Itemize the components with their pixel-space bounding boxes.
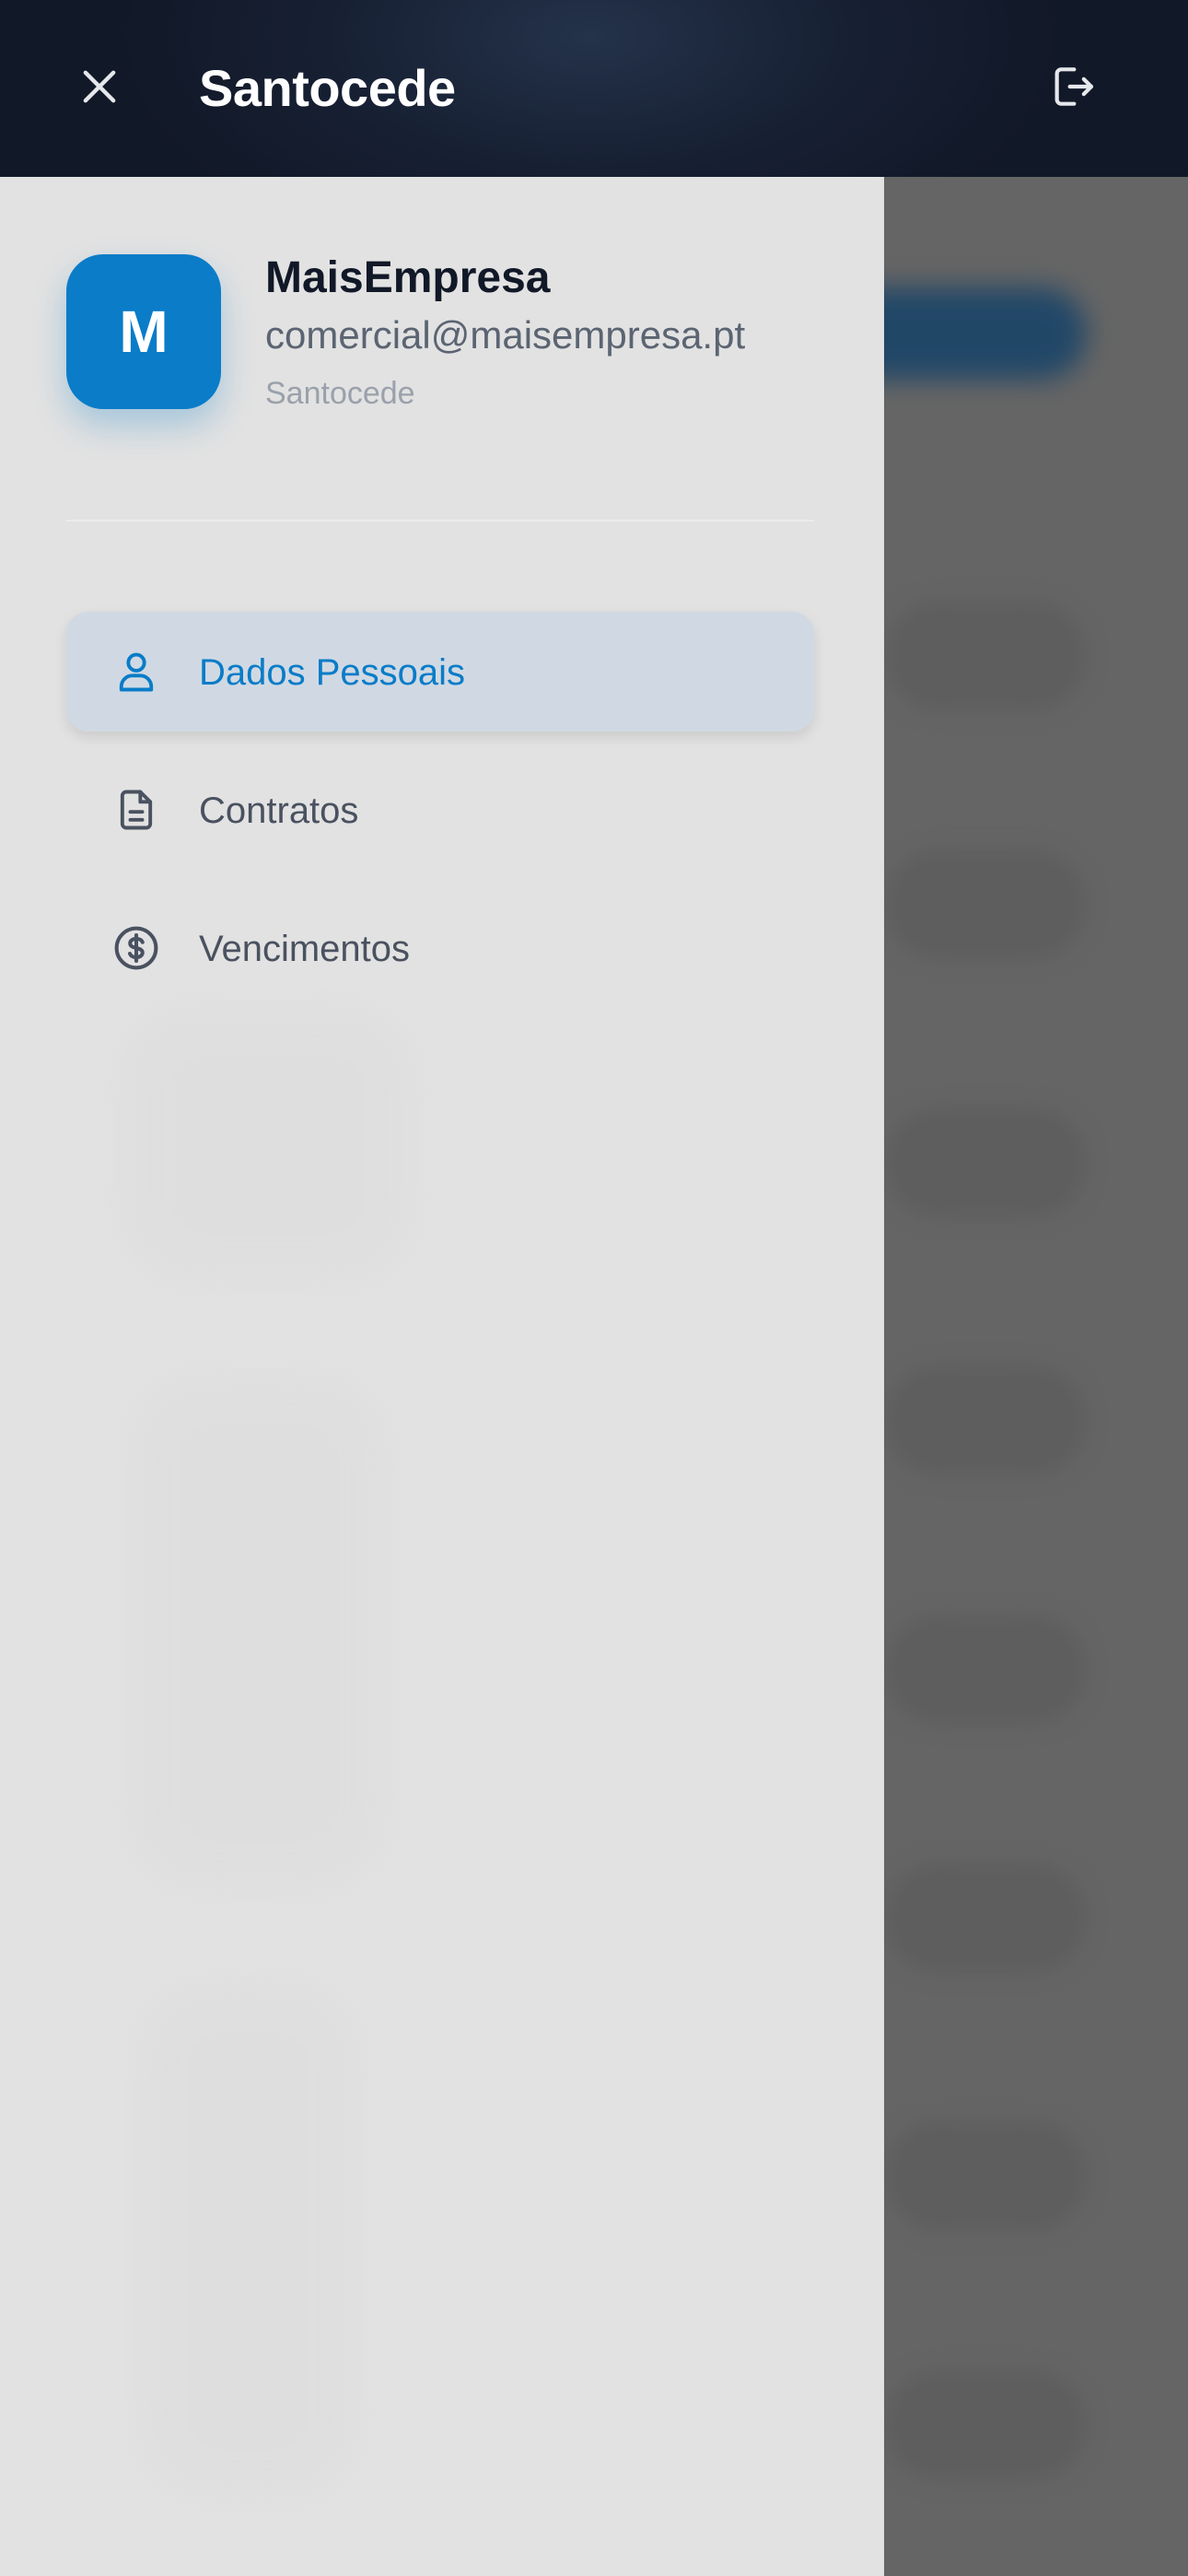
menu-item-label: Dados Pessoais — [199, 652, 466, 693]
profile-company: Santocede — [265, 376, 415, 411]
avatar: M — [66, 254, 221, 409]
drawer-background-decoration — [129, 1375, 387, 1891]
avatar-initial: M — [119, 299, 169, 365]
menu-item-label: Contratos — [199, 790, 359, 831]
drawer-background-decoration — [138, 1983, 359, 2499]
drawer-menu: Dados Pessoais Contratos Vencimentos — [66, 612, 814, 1026]
background-card — [884, 2121, 1087, 2231]
menu-item-vencimentos[interactable]: Vencimentos — [66, 888, 814, 1008]
logout-button[interactable] — [1039, 55, 1105, 122]
profile-header: M MaisEmpresa comercial@maisempresa.pt S… — [66, 253, 821, 439]
close-icon — [76, 63, 123, 115]
menu-item-dados-pessoais[interactable]: Dados Pessoais — [66, 612, 814, 732]
drawer-background-decoration — [120, 1006, 414, 1282]
user-icon — [111, 646, 162, 697]
background-card — [884, 1614, 1087, 1725]
logout-icon — [1046, 61, 1098, 117]
top-app-bar: Santocede — [0, 0, 1188, 177]
background-card — [884, 849, 1087, 960]
document-icon — [111, 784, 162, 836]
menu-item-contratos[interactable]: Contratos — [66, 750, 814, 870]
profile-name: MaisEmpresa — [265, 253, 551, 302]
background-card — [884, 1365, 1087, 1476]
app-title: Santocede — [199, 59, 456, 117]
profile-divider — [66, 520, 814, 521]
background-card — [884, 601, 1087, 711]
navigation-drawer: M MaisEmpresa comercial@maisempresa.pt S… — [0, 177, 884, 2576]
menu-item-label: Vencimentos — [199, 929, 411, 969]
close-drawer-button[interactable] — [66, 55, 133, 122]
background-card — [884, 2370, 1087, 2480]
background-card — [884, 1107, 1087, 1218]
app-screen: Santocede M MaisEmpresa comercial@maisem… — [0, 0, 1188, 2576]
background-card — [884, 1863, 1087, 1973]
profile-email: comercial@maisempresa.pt — [265, 313, 746, 357]
dollar-circle-icon — [111, 922, 162, 974]
